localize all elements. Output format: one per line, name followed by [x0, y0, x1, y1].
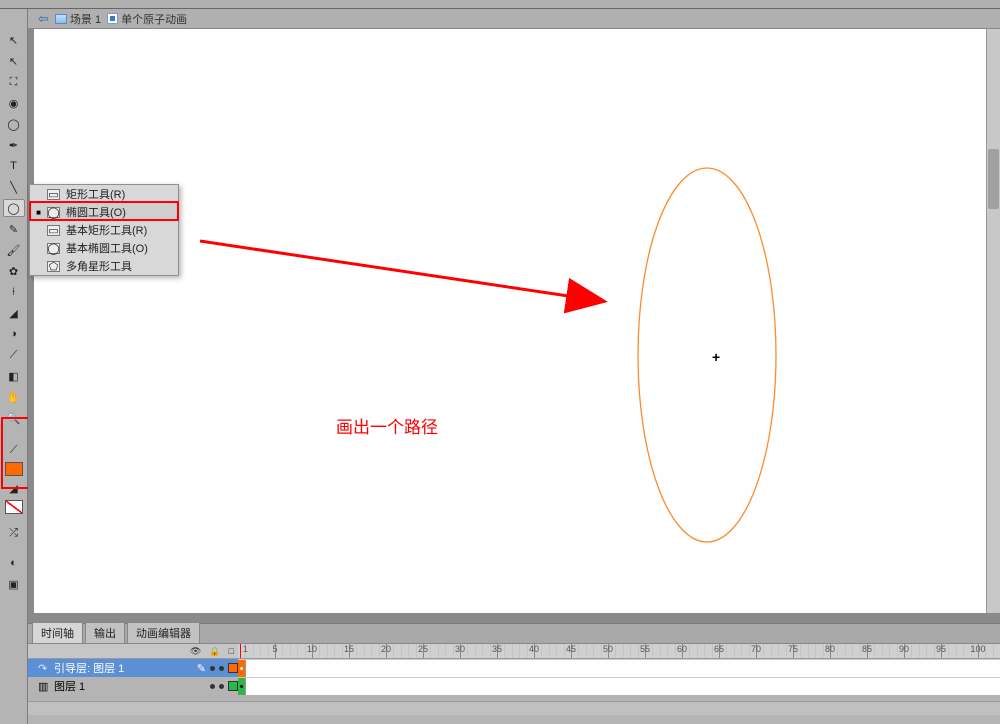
- oval-primitive-icon: ◯: [47, 243, 60, 254]
- tab-output[interactable]: 输出: [85, 622, 125, 643]
- layer-row-guide[interactable]: ↷ 引导层: 图层 1 ✎ •: [28, 659, 1000, 677]
- deco-tool[interactable]: ✿: [3, 262, 25, 280]
- clip-icon: [107, 13, 118, 24]
- pencil-tool[interactable]: ✎: [3, 220, 25, 238]
- frame-track[interactable]: •: [238, 677, 1000, 695]
- layer-color-swatch[interactable]: [228, 681, 238, 691]
- layer-name-label: 图层 1: [54, 678, 192, 694]
- inkbottle-tool[interactable]: ◑: [3, 325, 25, 343]
- pen-tool[interactable]: ✒: [3, 136, 25, 154]
- outline-icon[interactable]: □: [229, 646, 234, 656]
- breadcrumb-clip[interactable]: 单个原子动画: [107, 11, 187, 27]
- rectangle-primitive-icon: ▭: [47, 225, 60, 236]
- flyout-rectangle-tool[interactable]: ▭ 矩形工具(R): [30, 185, 178, 203]
- drawn-ellipse-path: [636, 166, 778, 544]
- layer-lock-dot[interactable]: [219, 666, 224, 671]
- keyframe[interactable]: •: [238, 678, 246, 695]
- flyout-item-label: 基本矩形工具(R): [66, 222, 147, 238]
- brush-tool[interactable]: 🖌: [3, 241, 25, 259]
- tab-timeline[interactable]: 时间轴: [32, 622, 83, 643]
- freetransform-tool[interactable]: ⛶: [3, 73, 25, 91]
- stroke-color-swatch[interactable]: [5, 462, 23, 476]
- titlebar-stub: [0, 0, 1000, 9]
- flyout-primrect-tool[interactable]: ▭ 基本矩形工具(R): [30, 221, 178, 239]
- pencil-edit-icon: ✎: [197, 662, 206, 675]
- polystar-icon: ⬠: [47, 261, 60, 272]
- guide-layer-icon: ↷: [38, 662, 50, 674]
- timeline-scrollbar[interactable]: [28, 701, 1000, 715]
- subselect-tool[interactable]: ↖: [3, 52, 25, 70]
- layer-icon: ▥: [38, 680, 50, 693]
- text-tool[interactable]: T: [3, 157, 25, 175]
- 3drotate-tool[interactable]: ◉: [3, 94, 25, 112]
- layer-name-label: 引导层: 图层 1: [54, 660, 193, 676]
- shape-tool-flyout: ▭ 矩形工具(R) ■ ◯ 椭圆工具(O) ▭ 基本矩形工具(R) ◯ 基本椭圆…: [29, 184, 179, 276]
- eyedropper-tool[interactable]: ⟋: [3, 346, 25, 364]
- breadcrumb-clip-label: 单个原子动画: [121, 11, 187, 27]
- layer-color-swatch[interactable]: [228, 663, 238, 673]
- layer-lock-dot[interactable]: [219, 684, 224, 689]
- flyout-item-label: 椭圆工具(O): [66, 204, 126, 220]
- flyout-oval-tool[interactable]: ■ ◯ 椭圆工具(O): [30, 203, 178, 221]
- flyout-item-label: 多角星形工具: [66, 258, 132, 274]
- layer-visibility-dot[interactable]: [210, 666, 215, 671]
- line-tool[interactable]: ╲: [3, 178, 25, 196]
- canvas-area: + 画出一个路径: [28, 29, 1000, 623]
- scene-icon: [55, 14, 67, 24]
- rectangle-icon: ▭: [47, 189, 60, 200]
- breadcrumb-back-icon[interactable]: ⇦: [38, 11, 49, 27]
- layer-header-icons: 👁 🔒 □: [28, 644, 238, 658]
- toolbox: ↖ ↖ ⛶ ◉ ◯ ✒ T ╲ ◯ ✎ 🖌 ✿ ⟊ ◢ ◑ ⟋ ◧ ✋ 🔍 ⟋ …: [0, 9, 28, 724]
- stroke-color-toggle[interactable]: ⟋: [3, 441, 25, 459]
- layer-row-normal[interactable]: ▥ 图层 1 •: [28, 677, 1000, 695]
- flyout-polystar-tool[interactable]: ⬠ 多角星形工具: [30, 257, 178, 275]
- oval-icon: ◯: [47, 207, 60, 218]
- stage[interactable]: [34, 29, 1000, 613]
- eye-icon[interactable]: 👁: [190, 646, 201, 657]
- layer-list: ↷ 引导层: 图层 1 ✎ • ▥ 图层 1 •: [28, 659, 1000, 701]
- selection-tool[interactable]: ↖: [3, 31, 25, 49]
- lock-icon[interactable]: 🔒: [209, 646, 220, 657]
- flyout-bullet: ■: [36, 208, 41, 217]
- shape-tool[interactable]: ◯: [3, 199, 25, 217]
- tool-option-b[interactable]: ▣: [3, 575, 25, 593]
- breadcrumb-scene[interactable]: 场景 1: [55, 11, 101, 27]
- tool-option-a[interactable]: ◐: [3, 554, 25, 572]
- fill-color-swatch[interactable]: [5, 500, 23, 514]
- paintbucket-tool[interactable]: ◢: [3, 304, 25, 322]
- scrollbar-thumb[interactable]: [988, 149, 999, 209]
- timeline-tabs: 时间轴 输出 动画编辑器: [28, 624, 1000, 644]
- playhead[interactable]: [240, 644, 241, 658]
- bone-tool[interactable]: ⟊: [3, 283, 25, 301]
- flyout-item-label: 矩形工具(R): [66, 186, 125, 202]
- annotation-text: 画出一个路径: [336, 413, 438, 438]
- breadcrumb: ⇦ 场景 1 单个原子动画: [0, 9, 1000, 29]
- layer-visibility-dot[interactable]: [210, 684, 215, 689]
- flyout-item-label: 基本椭圆工具(O): [66, 240, 148, 256]
- vertical-scrollbar[interactable]: [986, 29, 1000, 613]
- frame-track[interactable]: •: [238, 659, 1000, 677]
- fill-color-toggle[interactable]: ◢: [3, 479, 25, 497]
- swap-colors[interactable]: ⤮: [3, 524, 25, 542]
- eraser-tool[interactable]: ◧: [3, 367, 25, 385]
- zoom-tool[interactable]: 🔍: [3, 409, 25, 427]
- tab-motioneditor[interactable]: 动画编辑器: [127, 622, 200, 643]
- breadcrumb-scene-label: 场景 1: [70, 11, 101, 27]
- frame-ruler[interactable]: 1510152025303540455055606570758085909510…: [238, 644, 1000, 658]
- timeline-header: 👁 🔒 □ 1510152025303540455055606570758085…: [28, 644, 1000, 659]
- hand-tool[interactable]: ✋: [3, 388, 25, 406]
- keyframe[interactable]: •: [238, 660, 246, 677]
- timeline-panel: 时间轴 输出 动画编辑器 👁 🔒 □ 151015202530354045505…: [28, 623, 1000, 724]
- flyout-primoval-tool[interactable]: ◯ 基本椭圆工具(O): [30, 239, 178, 257]
- lasso-tool[interactable]: ◯: [3, 115, 25, 133]
